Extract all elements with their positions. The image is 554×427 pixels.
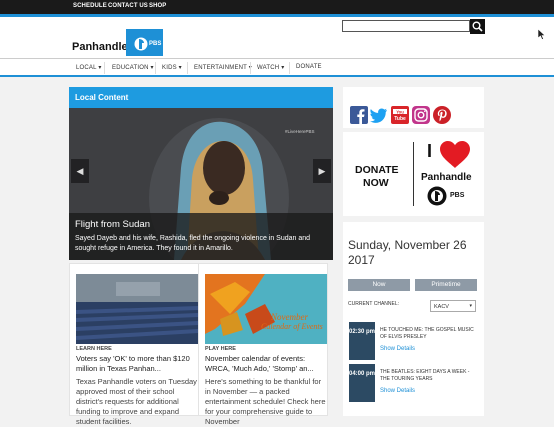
nav-divider bbox=[104, 62, 105, 74]
card-image-auditorium bbox=[76, 274, 198, 344]
featured-slide[interactable]: #LiveHerePBS ◀ ▶ Flight from Sudan Sayed… bbox=[69, 108, 333, 260]
schedule-time: 02:30 pm bbox=[349, 322, 375, 360]
main-nav: LOCAL ▾ EDUCATION ▾ KIDS ▾ ENTERTAINMENT… bbox=[0, 58, 554, 77]
chevron-left-icon: ◀ bbox=[76, 166, 84, 176]
schedule-time: 04:00 pm bbox=[349, 364, 375, 402]
youtube-icon[interactable]: You Tube bbox=[391, 106, 409, 124]
donate-text-i: I bbox=[427, 141, 433, 161]
channel-select[interactable]: KACV ▾ bbox=[430, 300, 476, 312]
article-card[interactable]: November Calendar of Events PLAY HERE No… bbox=[198, 263, 328, 426]
pbs-logo-icon bbox=[427, 186, 447, 206]
card-title[interactable]: November calendar of events: WRCA, 'Much… bbox=[205, 354, 327, 374]
top-link-schedule[interactable]: SCHEDULE bbox=[73, 3, 107, 9]
channel-value: KACV bbox=[434, 304, 449, 310]
schedule-panel: Sunday, November 26 2017 Now Primetime C… bbox=[343, 222, 484, 416]
donate-text-line2: NOW bbox=[363, 177, 389, 189]
nav-kids[interactable]: KIDS ▾ bbox=[162, 64, 182, 71]
svg-text:You: You bbox=[396, 109, 404, 114]
card-image-text-1: November bbox=[271, 312, 308, 322]
nav-local[interactable]: LOCAL ▾ bbox=[76, 64, 102, 71]
slide-prev-button[interactable]: ◀ bbox=[71, 159, 89, 183]
donate-divider bbox=[413, 142, 414, 206]
slide-next-button[interactable]: ▶ bbox=[313, 159, 331, 183]
instagram-icon[interactable] bbox=[412, 106, 430, 124]
nav-entertainment[interactable]: ENTERTAINMENT ▾ bbox=[194, 64, 252, 71]
card-image-text-2: Calendar of Events bbox=[261, 322, 323, 331]
heart-icon bbox=[440, 141, 470, 168]
donate-network: PBS bbox=[450, 192, 465, 199]
top-link-contact[interactable]: CONTACT US bbox=[108, 3, 148, 9]
photo-credit: #LiveHerePBS bbox=[285, 129, 315, 134]
nav-watch[interactable]: WATCH ▾ bbox=[257, 64, 284, 71]
pinterest-icon[interactable] bbox=[433, 106, 451, 124]
nav-divider bbox=[289, 62, 290, 74]
nav-divider bbox=[250, 62, 251, 74]
show-details-link[interactable]: Show Details bbox=[380, 346, 415, 352]
card-kicker: LEARN HERE bbox=[76, 346, 112, 352]
facebook-icon[interactable] bbox=[350, 106, 368, 124]
primetime-button[interactable]: Primetime bbox=[415, 279, 477, 291]
channel-label: CURRENT CHANNEL: bbox=[348, 301, 400, 307]
local-content-header: Local Content bbox=[69, 87, 333, 108]
nav-divider bbox=[187, 62, 188, 74]
search-input[interactable] bbox=[342, 20, 470, 32]
card-image-calendar: November Calendar of Events bbox=[205, 274, 327, 344]
top-utility-bar: SCHEDULE CONTACT US SHOP bbox=[0, 0, 554, 14]
card-title[interactable]: Voters say 'OK' to more than $120 millio… bbox=[76, 354, 198, 374]
now-button[interactable]: Now bbox=[348, 279, 410, 291]
top-link-shop[interactable]: SHOP bbox=[149, 3, 166, 9]
twitter-icon[interactable] bbox=[370, 106, 388, 124]
donate-brand: Panhandle bbox=[421, 172, 472, 183]
schedule-date: Sunday, November 26 2017 bbox=[348, 238, 467, 267]
slide-caption: Flight from Sudan Sayed Dayeb and his wi… bbox=[69, 213, 333, 260]
donate-banner[interactable]: DONATE NOW I Panhandle PBS bbox=[343, 132, 484, 216]
mouse-cursor-icon bbox=[538, 29, 546, 40]
local-content-title: Local Content bbox=[75, 93, 129, 102]
nav-donate[interactable]: DONATE bbox=[296, 64, 322, 70]
chevron-down-icon: ▾ bbox=[469, 303, 472, 309]
slide-title[interactable]: Flight from Sudan bbox=[75, 219, 150, 230]
schedule-title: HE TOUCHED ME: THE GOSPEL MUSIC OF ELVIS… bbox=[380, 327, 474, 340]
pbs-logo[interactable]: PBS bbox=[126, 29, 163, 56]
article-card[interactable]: LEARN HERE Voters say 'OK' to more than … bbox=[69, 263, 199, 426]
search-icon bbox=[472, 21, 483, 32]
svg-text:Tube: Tube bbox=[394, 116, 406, 122]
nav-education[interactable]: EDUCATION ▾ bbox=[112, 64, 154, 71]
card-kicker: PLAY HERE bbox=[205, 346, 236, 352]
schedule-title: THE BEATLES: EIGHT DAYS A WEEK - THE TOU… bbox=[380, 369, 470, 382]
card-description: Texas Panhandle voters on Tuesday approv… bbox=[76, 377, 197, 426]
nav-divider bbox=[155, 62, 156, 74]
chevron-right-icon: ▶ bbox=[318, 166, 326, 176]
show-details-link[interactable]: Show Details bbox=[380, 388, 415, 394]
card-description: Here's something to be thankful for in N… bbox=[205, 377, 326, 426]
logo-wordmark[interactable]: Panhandle bbox=[72, 41, 128, 53]
donate-text-line1: DONATE bbox=[355, 164, 399, 176]
pbs-label: PBS bbox=[149, 41, 162, 47]
slide-description: Sayed Dayeb and his wife, Rashida, fled … bbox=[75, 235, 311, 252]
search-button[interactable] bbox=[470, 19, 485, 34]
